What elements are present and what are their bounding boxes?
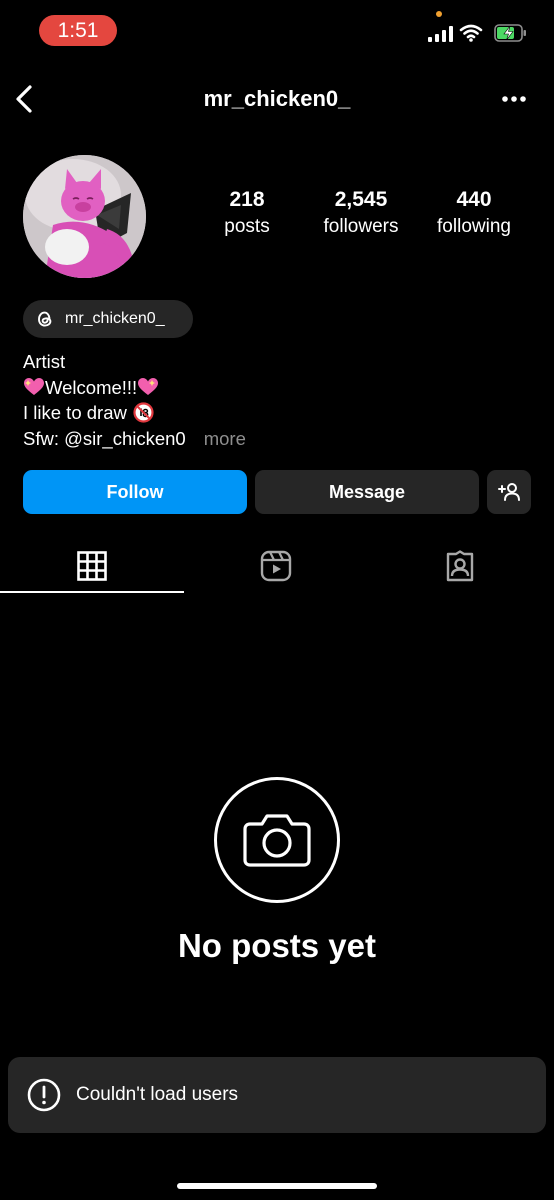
bio-line-4: Sfw: @sir_chicken0 more [23,426,246,452]
suggested-users-button[interactable] [487,470,531,514]
page-title: mr_chicken0_ [203,86,351,111]
sparkling-heart-icon [24,377,44,395]
no-under-18-icon [133,402,154,423]
add-user-icon [498,483,520,501]
battery-charging-icon [494,24,526,42]
threads-icon [38,311,52,327]
privacy-indicator-dot [436,11,442,17]
follow-button[interactable]: Follow [23,470,247,514]
bio-line-1: Artist [23,351,66,372]
bio-welcome-text: Welcome!!! [45,376,138,398]
tab-posts-grid[interactable] [0,540,184,592]
empty-state-title: No posts yet [177,927,377,964]
threads-handle: mr_chicken0_ [65,310,165,327]
stat-posts[interactable]: 218 posts [213,188,281,238]
camera-icon [243,814,311,867]
status-time: 1:51 [39,15,117,46]
toast-message: Couldn't load users [76,1084,239,1105]
message-button[interactable]: Message [255,470,479,514]
stat-posts-label: posts [224,216,270,237]
bio-sfw-link[interactable]: Sfw: @sir_chicken0 [23,428,186,449]
more-options-button[interactable] [497,84,531,114]
home-indicator[interactable] [177,1183,377,1189]
profile-header: mr_chicken0_ [0,76,554,122]
empty-state-camera [214,777,340,903]
alert-icon [27,1078,61,1112]
bio-line-2: Welcome!!! [23,375,246,401]
bio-draw-text: I like to draw [23,402,127,423]
bio: Artist Welcome!!! I like to draw Sfw: @s… [23,349,246,451]
reels-icon [260,550,292,582]
wifi-icon [459,24,483,42]
tab-reels[interactable] [184,540,368,592]
status-bar: 1:51 [0,0,554,60]
grid-icon [77,551,107,581]
sparkling-heart-icon [138,377,159,395]
tab-tagged[interactable] [368,540,552,592]
stat-followers[interactable]: 2,545 followers [314,188,408,238]
avatar-image [23,155,146,278]
stat-following-label: following [437,216,511,237]
avatar[interactable] [23,155,146,278]
bio-more-link[interactable]: more [204,428,246,449]
more-dots-icon [502,96,526,102]
stat-following[interactable]: 440 following [426,188,522,238]
stat-followers-value: 2,545 [334,188,388,211]
signal-icon [428,26,453,42]
stat-following-value: 440 [456,188,492,211]
error-toast: Couldn't load users [8,1057,546,1133]
bio-line-3: I like to draw [23,400,246,426]
tagged-icon [446,550,474,582]
active-tab-indicator [0,591,184,593]
stat-posts-value: 218 [229,188,265,211]
stat-followers-label: followers [323,216,399,237]
threads-badge-button[interactable]: mr_chicken0_ [23,300,193,338]
